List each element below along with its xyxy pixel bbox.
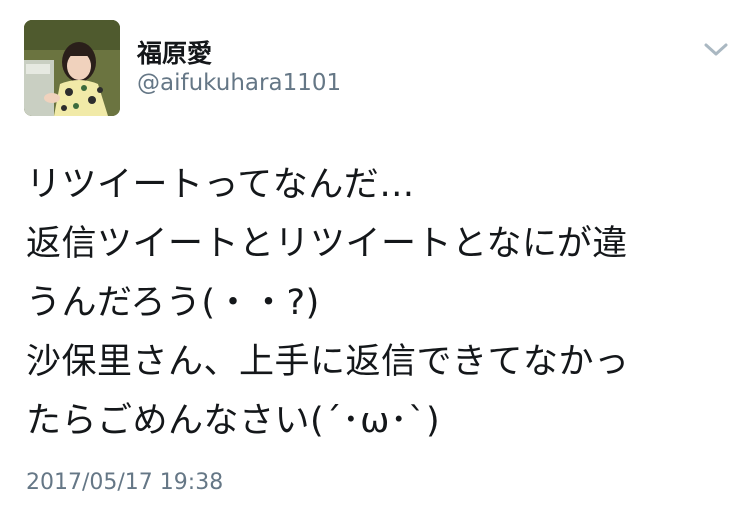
display-name[interactable]: 福原愛 <box>137 34 212 70</box>
user-handle[interactable]: @aifukuhara1101 <box>137 70 341 96</box>
tweet-timestamp[interactable]: 2017/05/17 19:38 <box>26 470 223 495</box>
tweet-text-line: 沙保里さん、上手に返信できてなかっ <box>26 342 630 382</box>
tweet-card: 福原愛 @aifukuhara1101 リツイートってなんだ… 返信ツイートとリ… <box>0 0 749 524</box>
avatar[interactable] <box>24 20 120 116</box>
tweet-text: リツイートってなんだ… 返信ツイートとリツイートとなにが違 うんだろう(・・?)… <box>26 156 738 451</box>
tweet-text-line: たらごめんなさい(´･ω･`) <box>26 401 441 441</box>
tweet-text-line: うんだろう(・・?) <box>26 283 320 323</box>
tweet-text-line: 返信ツイートとリツイートとなにが違 <box>26 224 628 264</box>
avatar-image <box>24 20 120 116</box>
tweet-text-line: リツイートってなんだ… <box>26 165 415 205</box>
chevron-down-icon[interactable] <box>702 40 730 60</box>
